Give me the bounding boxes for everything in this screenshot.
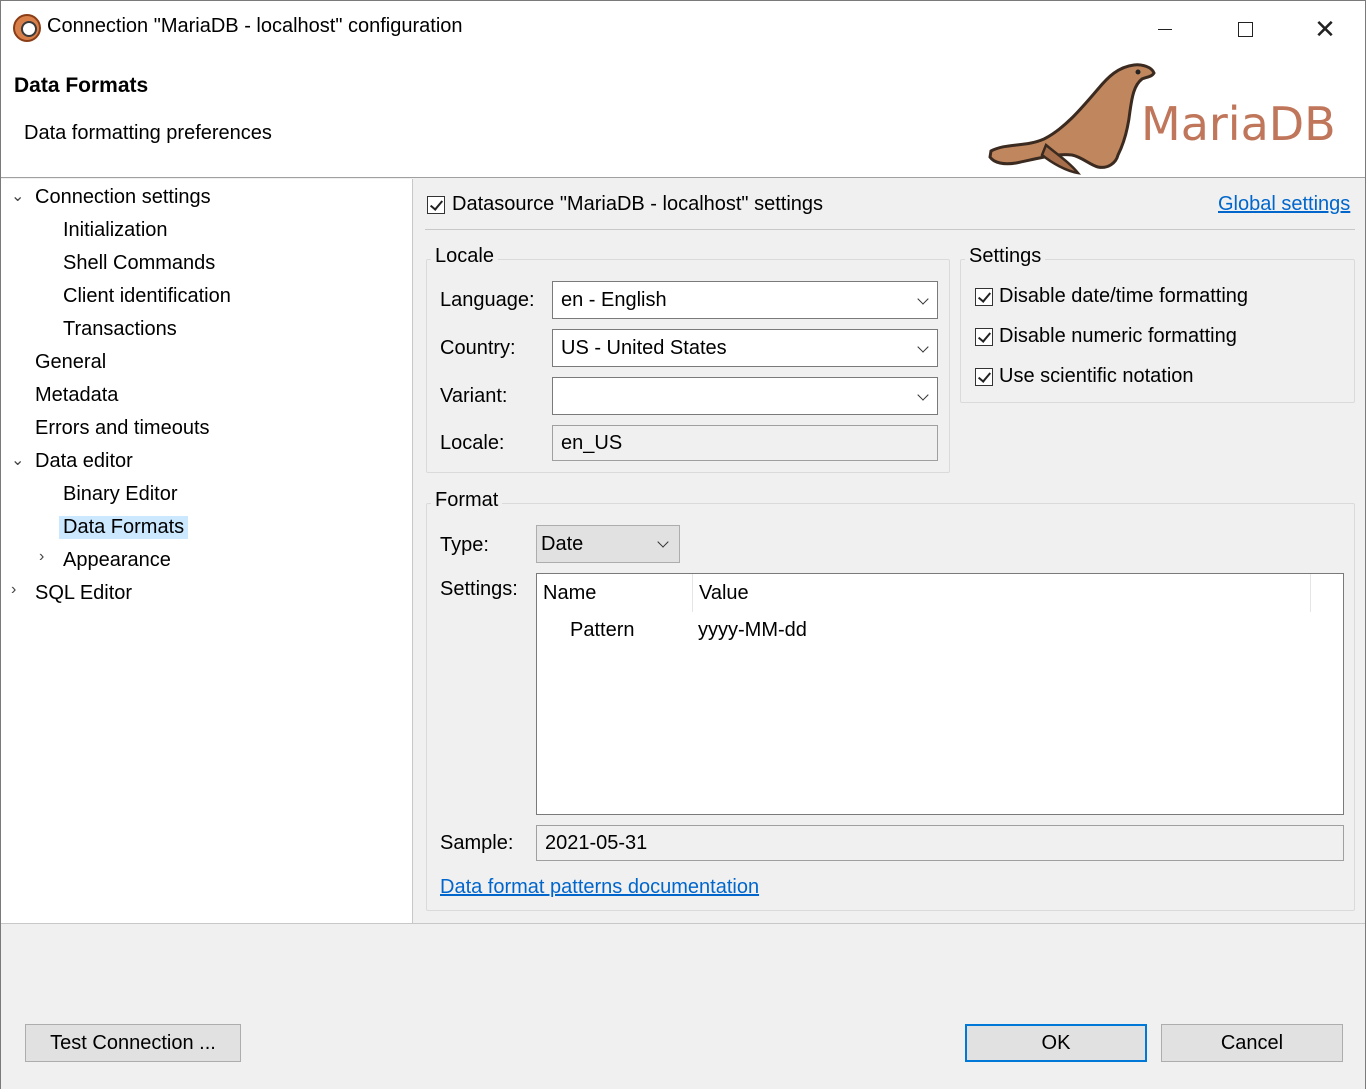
scientific-notation-checkbox[interactable] xyxy=(975,368,993,386)
disable-datetime-label: Disable date/time formatting xyxy=(999,285,1249,307)
chevron-down-icon xyxy=(657,536,669,548)
tree-item-sql-editor[interactable]: › SQL Editor xyxy=(11,578,132,608)
ok-button[interactable]: OK xyxy=(965,1024,1147,1062)
chevron-down-icon[interactable]: ⌄ xyxy=(11,450,24,470)
test-connection-button[interactable]: Test Connection ... xyxy=(25,1024,241,1062)
tree-item-errors-and-timeouts[interactable]: Errors and timeouts xyxy=(35,413,210,443)
locale-field: en_US xyxy=(552,425,938,461)
tree-item-label: Client identification xyxy=(63,284,231,307)
datasource-settings-label: Datasource "MariaDB - localhost" setting… xyxy=(452,193,824,215)
settings-group-label: Settings xyxy=(965,245,1046,268)
tree-item-label: Metadata xyxy=(35,383,119,406)
country-dropdown[interactable]: US - United States xyxy=(552,329,938,367)
tree-item-label: Errors and timeouts xyxy=(35,416,210,439)
chevron-right-icon[interactable]: › xyxy=(39,548,44,566)
page-title: Data Formats xyxy=(14,74,149,97)
column-separator[interactable] xyxy=(692,574,693,612)
config-dialog: Connection "MariaDB - localhost" configu… xyxy=(0,0,1366,1089)
column-header-name[interactable]: Name xyxy=(543,574,596,612)
tree-item-label: Binary Editor xyxy=(63,482,178,505)
header-separator xyxy=(425,229,1355,230)
tree-item-label: Appearance xyxy=(63,548,171,571)
page-description: Data formatting preferences xyxy=(24,122,272,144)
tree-item-label: Connection settings xyxy=(35,185,211,208)
tree-item-transactions[interactable]: Transactions xyxy=(63,314,177,344)
settings-tree: ⌄ Connection settings Initialization She… xyxy=(1,179,413,923)
global-settings-link[interactable]: Global settings xyxy=(1218,193,1350,216)
column-separator[interactable] xyxy=(1310,574,1311,612)
title-bar: Connection "MariaDB - localhost" configu… xyxy=(1,1,1365,57)
disable-datetime-checkbox[interactable] xyxy=(975,288,993,306)
dbeaver-app-icon xyxy=(13,14,41,42)
disable-numeric-label: Disable numeric formatting xyxy=(999,325,1237,347)
format-docs-link[interactable]: Data format patterns documentation xyxy=(440,876,759,899)
type-dropdown[interactable]: Date xyxy=(536,525,680,563)
variant-label: Variant: xyxy=(440,385,508,407)
chevron-down-icon[interactable]: ⌄ xyxy=(11,186,24,206)
tree-item-label: Data Formats xyxy=(59,515,189,539)
tree-item-connection-settings[interactable]: ⌄ Connection settings xyxy=(11,182,211,212)
mariadb-logo-text: MariaDB xyxy=(1141,97,1336,151)
language-value: en - English xyxy=(561,288,667,311)
tree-item-binary-editor[interactable]: Binary Editor xyxy=(63,479,178,509)
variant-dropdown[interactable] xyxy=(552,377,938,415)
country-value: US - United States xyxy=(561,336,727,359)
maximize-icon xyxy=(1237,21,1253,37)
tree-item-metadata[interactable]: Metadata xyxy=(35,380,118,410)
tree-item-label: SQL Editor xyxy=(35,581,133,604)
chevron-right-icon[interactable]: › xyxy=(11,581,16,599)
chevron-down-icon xyxy=(917,293,929,305)
tree-item-appearance[interactable]: › Appearance xyxy=(39,545,171,575)
datasource-settings-checkbox[interactable] xyxy=(427,196,445,214)
country-label: Country: xyxy=(440,337,516,359)
tree-item-label: Initialization xyxy=(63,218,168,241)
column-header-value[interactable]: Value xyxy=(699,574,749,612)
cancel-button[interactable]: Cancel xyxy=(1161,1024,1343,1062)
tree-item-initialization[interactable]: Initialization xyxy=(63,215,168,245)
language-dropdown[interactable]: en - English xyxy=(552,281,938,319)
tree-item-client-identification[interactable]: Client identification xyxy=(63,281,231,311)
tree-item-label: Transactions xyxy=(63,317,177,340)
tree-item-label: Shell Commands xyxy=(63,251,216,274)
close-icon: ✕ xyxy=(1314,14,1336,44)
data-formats-pane: Datasource "MariaDB - localhost" setting… xyxy=(415,179,1365,923)
locale-label: Locale: xyxy=(440,432,505,454)
sample-value: 2021-05-31 xyxy=(545,831,648,854)
dialog-footer: Test Connection ... OK Cancel xyxy=(1,923,1365,1089)
minimize-button[interactable] xyxy=(1125,1,1205,57)
chevron-down-icon xyxy=(917,341,929,353)
chevron-down-icon xyxy=(917,389,929,401)
format-settings-table[interactable]: Name Value Pattern yyyy-MM-dd xyxy=(536,573,1344,815)
tree-item-shell-commands[interactable]: Shell Commands xyxy=(63,248,215,278)
locale-group-label: Locale xyxy=(431,245,498,268)
tree-item-data-formats[interactable]: Data Formats xyxy=(59,512,189,542)
close-button[interactable]: ✕ xyxy=(1285,1,1365,57)
tree-item-label: General xyxy=(35,350,107,373)
format-group-label: Format xyxy=(431,489,503,512)
table-row-name[interactable]: Pattern xyxy=(570,619,634,642)
tree-item-general[interactable]: General xyxy=(35,347,106,377)
table-row-value[interactable]: yyyy-MM-dd xyxy=(698,619,807,642)
disable-numeric-checkbox[interactable] xyxy=(975,328,993,346)
type-value: Date xyxy=(541,532,584,555)
language-label: Language: xyxy=(440,289,535,311)
settings-label: Settings: xyxy=(440,578,518,600)
sample-field: 2021-05-31 xyxy=(536,825,1344,861)
tree-item-data-editor[interactable]: ⌄ Data editor xyxy=(11,446,133,476)
window-title: Connection "MariaDB - localhost" configu… xyxy=(47,15,463,37)
type-label: Type: xyxy=(440,534,489,556)
sample-label: Sample: xyxy=(440,832,514,854)
tree-item-label: Data editor xyxy=(35,449,133,472)
scientific-notation-label: Use scientific notation xyxy=(999,365,1194,387)
minimize-icon xyxy=(1158,28,1172,30)
page-header: Data Formats Data formatting preferences… xyxy=(1,57,1365,178)
maximize-button[interactable] xyxy=(1205,1,1285,57)
locale-value: en_US xyxy=(561,431,623,454)
